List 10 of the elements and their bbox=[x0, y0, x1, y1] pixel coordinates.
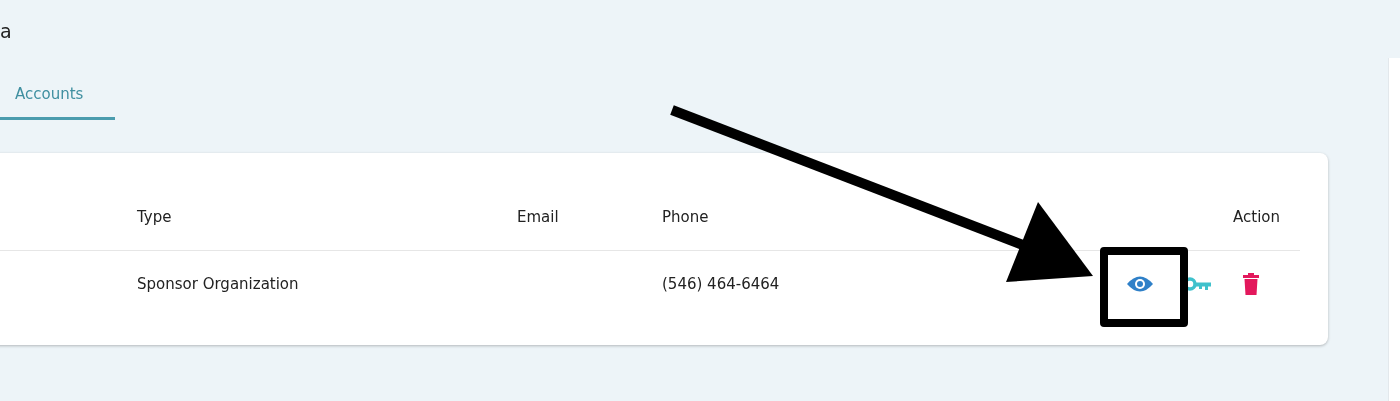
view-icon[interactable] bbox=[1126, 275, 1154, 293]
column-header: Phone bbox=[662, 206, 709, 226]
delete-icon[interactable] bbox=[1242, 273, 1260, 295]
column-header: Email bbox=[517, 206, 559, 226]
column-header: Type bbox=[137, 206, 172, 226]
table-cell: Sponsor Organization bbox=[137, 275, 299, 293]
column-header: Action bbox=[1233, 206, 1280, 226]
page-title: a bbox=[0, 19, 12, 42]
tab[interactable]: Accounts bbox=[0, 75, 116, 120]
table-cell: (546) 464-6464 bbox=[662, 275, 780, 293]
